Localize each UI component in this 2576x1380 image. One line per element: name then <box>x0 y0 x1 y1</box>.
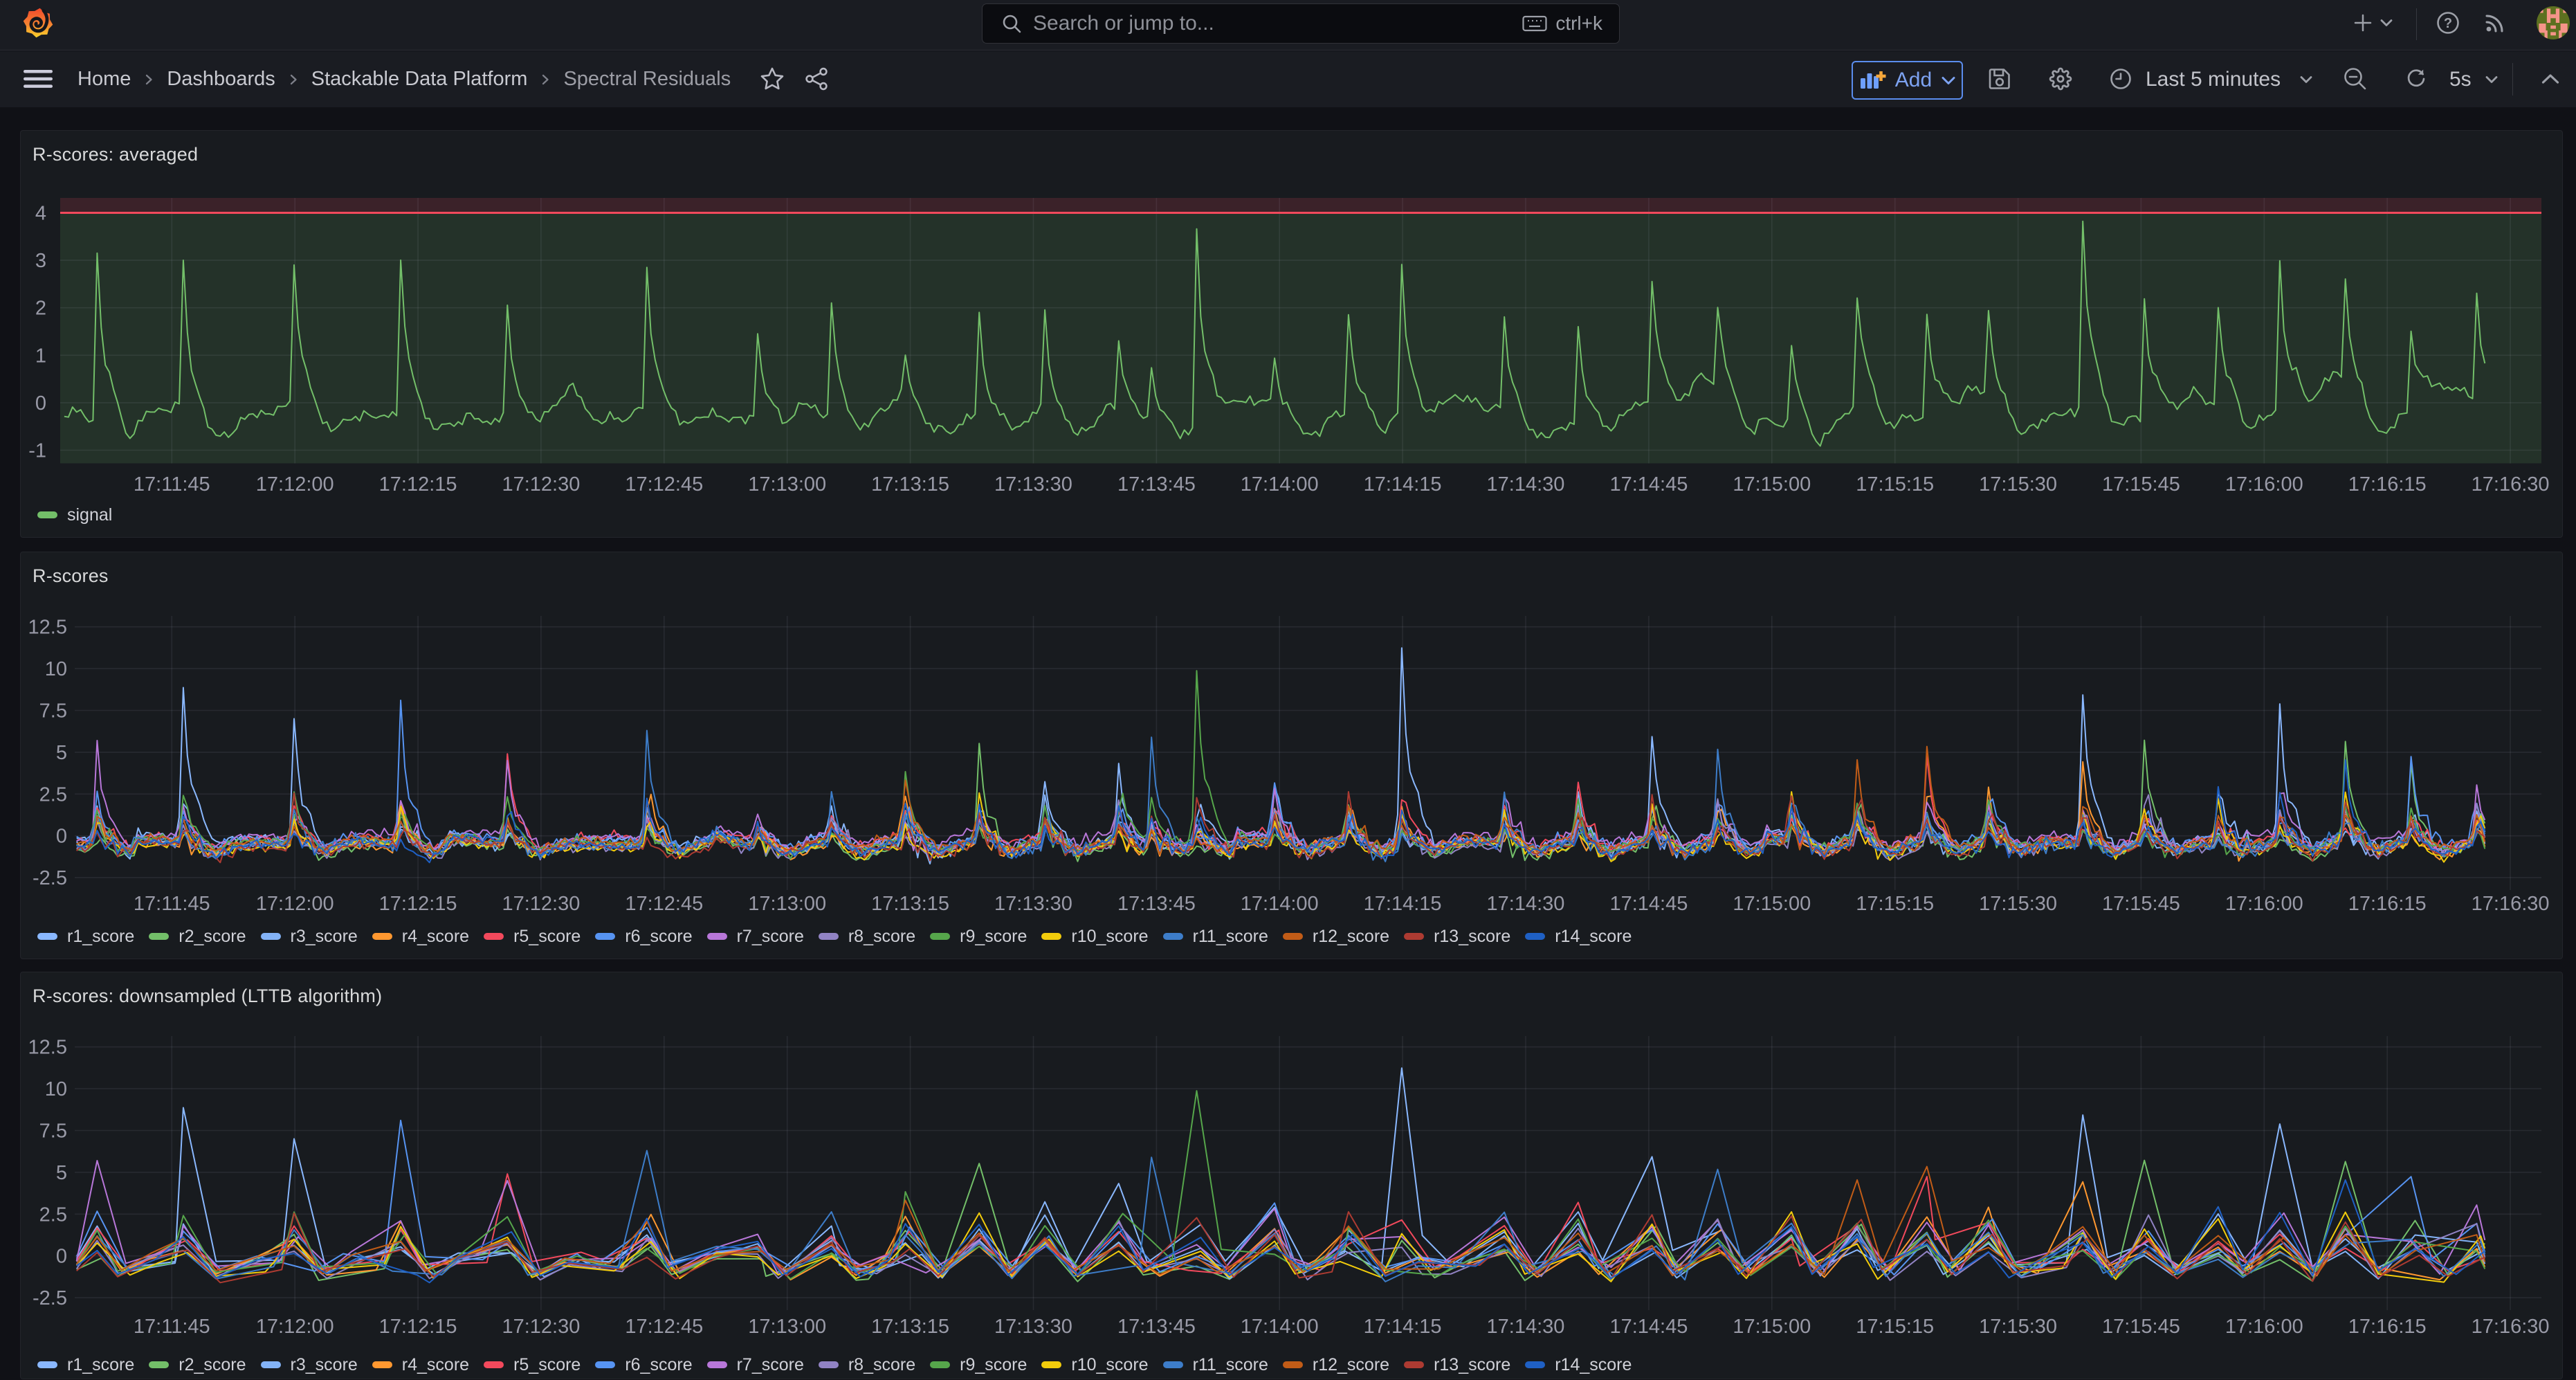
svg-text:17:16:00: 17:16:00 <box>2225 1316 2303 1338</box>
svg-text:17:13:15: 17:13:15 <box>871 1316 949 1338</box>
svg-text:17:12:45: 17:12:45 <box>625 893 703 915</box>
svg-text:17:13:15: 17:13:15 <box>871 473 949 496</box>
svg-text:17:14:30: 17:14:30 <box>1487 893 1565 915</box>
svg-text:?: ? <box>2444 16 2452 31</box>
svg-text:17:12:30: 17:12:30 <box>502 893 580 915</box>
svg-text:17:15:30: 17:15:30 <box>1979 893 2057 915</box>
svg-text:17:12:15: 17:12:15 <box>379 893 457 915</box>
svg-text:17:14:30: 17:14:30 <box>1487 473 1565 496</box>
svg-text:17:15:00: 17:15:00 <box>1733 893 1811 915</box>
svg-text:17:16:15: 17:16:15 <box>2348 1316 2427 1338</box>
svg-text:12.5: 12.5 <box>28 617 67 639</box>
svg-text:17:11:45: 17:11:45 <box>134 473 210 496</box>
svg-text:17:15:30: 17:15:30 <box>1979 1316 2057 1338</box>
svg-text:-1: -1 <box>28 440 46 462</box>
svg-text:10: 10 <box>45 1078 67 1100</box>
svg-text:-2.5: -2.5 <box>33 867 67 889</box>
svg-text:7.5: 7.5 <box>39 1120 67 1143</box>
svg-text:12.5: 12.5 <box>28 1037 67 1059</box>
svg-text:2.5: 2.5 <box>39 1204 67 1226</box>
svg-text:17:12:30: 17:12:30 <box>502 473 580 496</box>
svg-text:17:14:45: 17:14:45 <box>1609 893 1688 915</box>
svg-text:5: 5 <box>56 1162 67 1184</box>
svg-text:-2.5: -2.5 <box>33 1287 67 1309</box>
svg-text:17:13:00: 17:13:00 <box>748 473 826 496</box>
svg-text:17:16:15: 17:16:15 <box>2348 473 2427 496</box>
svg-text:17:15:15: 17:15:15 <box>1856 1316 1934 1338</box>
svg-text:2.5: 2.5 <box>39 783 67 806</box>
svg-text:17:15:15: 17:15:15 <box>1856 893 1934 915</box>
svg-text:17:13:45: 17:13:45 <box>1117 1316 1196 1338</box>
svg-text:17:13:00: 17:13:00 <box>748 893 826 915</box>
svg-text:17:12:00: 17:12:00 <box>256 473 334 496</box>
svg-text:5: 5 <box>56 742 67 764</box>
svg-text:17:16:15: 17:16:15 <box>2348 893 2427 915</box>
svg-text:17:14:00: 17:14:00 <box>1241 473 1319 496</box>
svg-text:2: 2 <box>35 298 46 320</box>
svg-text:17:13:00: 17:13:00 <box>748 1316 826 1338</box>
svg-text:3: 3 <box>35 250 46 272</box>
svg-text:17:16:30: 17:16:30 <box>2472 1316 2550 1338</box>
svg-text:17:12:30: 17:12:30 <box>502 1316 580 1338</box>
svg-text:17:11:45: 17:11:45 <box>134 1316 210 1338</box>
svg-text:17:11:45: 17:11:45 <box>134 893 210 915</box>
svg-text:17:15:45: 17:15:45 <box>2102 1316 2180 1338</box>
svg-text:1: 1 <box>35 345 46 367</box>
svg-text:17:13:30: 17:13:30 <box>994 473 1072 496</box>
svg-text:17:13:15: 17:13:15 <box>871 893 949 915</box>
svg-text:17:12:15: 17:12:15 <box>379 473 457 496</box>
svg-text:17:16:00: 17:16:00 <box>2225 893 2303 915</box>
svg-text:10: 10 <box>45 658 67 680</box>
svg-text:7.5: 7.5 <box>39 700 67 723</box>
svg-text:17:12:00: 17:12:00 <box>256 1316 334 1338</box>
svg-text:0: 0 <box>56 1246 67 1268</box>
svg-text:17:13:45: 17:13:45 <box>1117 893 1196 915</box>
svg-text:17:14:15: 17:14:15 <box>1364 473 1442 496</box>
svg-text:0: 0 <box>56 826 67 848</box>
svg-text:17:13:45: 17:13:45 <box>1117 473 1196 496</box>
svg-text:17:15:45: 17:15:45 <box>2102 473 2180 496</box>
svg-text:17:12:45: 17:12:45 <box>625 1316 703 1338</box>
svg-text:17:12:45: 17:12:45 <box>625 473 703 496</box>
svg-text:17:12:00: 17:12:00 <box>256 893 334 915</box>
svg-text:17:13:30: 17:13:30 <box>994 893 1072 915</box>
svg-text:17:14:15: 17:14:15 <box>1364 893 1442 915</box>
svg-text:17:14:15: 17:14:15 <box>1364 1316 1442 1338</box>
svg-text:0: 0 <box>35 392 46 415</box>
svg-text:17:14:45: 17:14:45 <box>1609 1316 1688 1338</box>
svg-text:17:14:45: 17:14:45 <box>1609 473 1688 496</box>
svg-text:17:15:00: 17:15:00 <box>1733 473 1811 496</box>
svg-text:17:14:00: 17:14:00 <box>1241 893 1319 915</box>
svg-text:17:14:00: 17:14:00 <box>1241 1316 1319 1338</box>
svg-text:17:16:30: 17:16:30 <box>2472 893 2550 915</box>
svg-text:17:15:30: 17:15:30 <box>1979 473 2057 496</box>
svg-text:17:15:15: 17:15:15 <box>1856 473 1934 496</box>
svg-text:17:15:00: 17:15:00 <box>1733 1316 1811 1338</box>
svg-text:17:14:30: 17:14:30 <box>1487 1316 1565 1338</box>
svg-text:17:13:30: 17:13:30 <box>994 1316 1072 1338</box>
svg-text:17:16:30: 17:16:30 <box>2472 473 2550 496</box>
svg-text:17:16:00: 17:16:00 <box>2225 473 2303 496</box>
svg-text:4: 4 <box>35 203 46 225</box>
svg-text:17:12:15: 17:12:15 <box>379 1316 457 1338</box>
svg-text:17:15:45: 17:15:45 <box>2102 893 2180 915</box>
